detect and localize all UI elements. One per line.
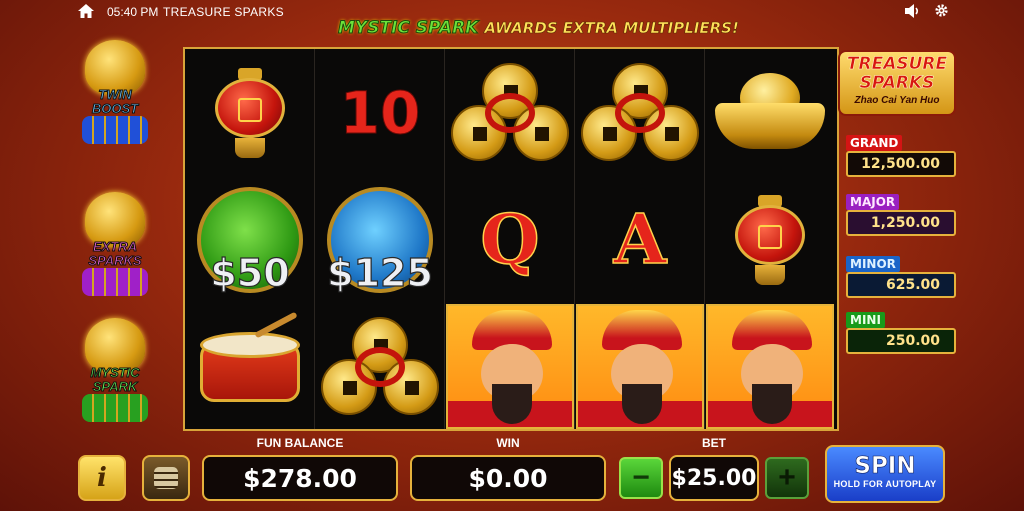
home-icon[interactable] xyxy=(78,4,94,18)
gear-icon[interactable] xyxy=(934,3,949,18)
feature-extra-sparks: EXTRA SPARKS xyxy=(70,192,160,302)
win-display: $0.00 xyxy=(410,455,606,501)
symbol-lantern xyxy=(705,176,835,303)
bells-icon xyxy=(82,116,148,144)
jackpot-value: 250.00 xyxy=(846,328,956,354)
symbol-drum xyxy=(185,303,315,430)
symbol-queen: Q xyxy=(480,199,541,281)
jackpot-minor: MINOR 625.00 xyxy=(846,255,956,298)
bet-display: $25.00 xyxy=(669,455,759,501)
jackpot-grand: GRAND 12,500.00 xyxy=(846,134,956,177)
jackpot-label: MINOR xyxy=(846,256,900,272)
symbol-coins xyxy=(445,49,575,176)
symbol-coins xyxy=(575,49,705,176)
jackpot-label: MINI xyxy=(846,312,885,328)
promo-banner: MYSTIC SPARK AWARDS EXTRA MULTIPLIERS! xyxy=(337,16,739,40)
reel-3: Q xyxy=(445,49,575,429)
balance-display: $278.00 xyxy=(202,455,398,501)
jackpot-value: 12,500.00 xyxy=(846,151,956,177)
reel-4: A xyxy=(575,49,705,429)
spin-label: SPIN xyxy=(854,453,916,480)
feature-label: EXTRA SPARKS xyxy=(88,239,142,268)
symbol-ingot xyxy=(705,49,835,176)
app-title: TREASURE SPARKS xyxy=(163,5,284,19)
cash-value: $125 xyxy=(327,250,434,295)
feature-label: TWIN BOOST xyxy=(91,87,139,116)
symbol-god-of-wealth xyxy=(575,303,705,430)
symbol-coins xyxy=(315,303,445,430)
info-button[interactable]: i xyxy=(78,455,126,501)
coin-stack-icon xyxy=(154,467,178,489)
symbol-ten: 10 xyxy=(339,78,421,147)
jackpot-value: 625.00 xyxy=(846,272,956,298)
jackpot-mini: MINI 250.00 xyxy=(846,311,956,354)
jackpot-value: 1,250.00 xyxy=(846,210,956,236)
symbol-god-of-wealth xyxy=(445,303,575,430)
game-logo: TREASURE SPARKS Zhao Cai Yan Huo xyxy=(838,50,956,116)
win-label: WIN xyxy=(496,436,520,450)
symbol-jade-cash: $50 xyxy=(185,176,315,303)
cash-value: $50 xyxy=(210,250,291,295)
feature-mystic-spark: MYSTIC SPARK xyxy=(70,318,160,428)
bet-increase-button[interactable]: + xyxy=(765,457,809,499)
banner-text: AWARDS EXTRA MULTIPLIERS! xyxy=(484,19,739,38)
info-icon: i xyxy=(97,463,107,493)
bells-icon xyxy=(82,394,148,422)
reel-5 xyxy=(705,49,835,429)
feature-label: MYSTIC SPARK xyxy=(90,365,140,394)
spin-sublabel: HOLD FOR AUTOPLAY xyxy=(833,479,937,489)
coin-stack-button[interactable] xyxy=(142,455,190,501)
reel-1: $50 xyxy=(185,49,315,429)
reel-grid: $50 10 $125 Q A xyxy=(183,47,839,431)
spin-button[interactable]: SPIN HOLD FOR AUTOPLAY xyxy=(825,445,945,503)
balance-label: FUN BALANCE xyxy=(256,436,344,450)
clock: 05:40 PM xyxy=(107,5,159,19)
symbol-ace: A xyxy=(613,199,667,281)
jackpot-major: MAJOR 1,250.00 xyxy=(846,193,956,236)
bet-decrease-button[interactable]: − xyxy=(619,457,663,499)
banner-feature: MYSTIC SPARK xyxy=(337,18,479,39)
jackpot-label: MAJOR xyxy=(846,194,900,210)
bet-label: BET xyxy=(702,436,726,450)
symbol-god-of-wealth xyxy=(705,303,835,430)
symbol-lantern xyxy=(185,49,315,176)
bells-icon xyxy=(82,268,148,296)
symbol-jade-cash: $125 xyxy=(315,176,445,303)
feature-twin-boost: TWIN BOOST xyxy=(70,40,160,150)
reel-2: 10 $125 xyxy=(315,49,445,429)
jackpot-label: GRAND xyxy=(846,135,903,151)
volume-icon[interactable] xyxy=(905,4,921,18)
